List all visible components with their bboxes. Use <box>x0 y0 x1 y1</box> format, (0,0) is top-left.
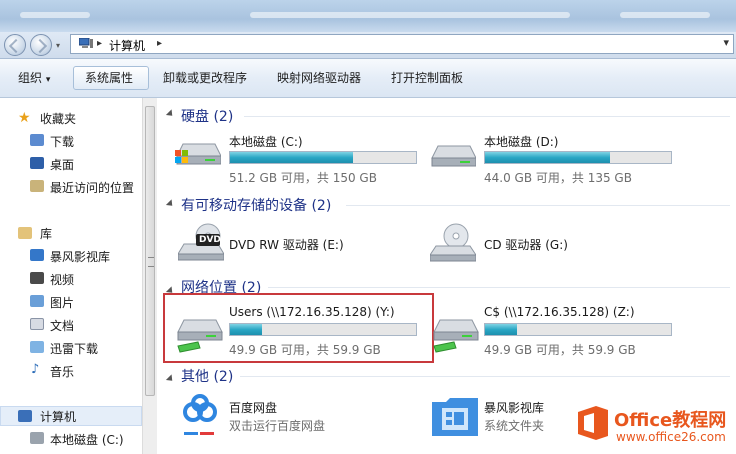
drive-g-name[interactable]: CD 驱动器 (G:) <box>484 236 568 253</box>
command-toolbar: 组织 ▾ 系统属性 卸载或更改程序 映射网络驱动器 打开控制面板 <box>0 59 736 98</box>
back-button[interactable] <box>4 34 26 56</box>
office-logo-icon <box>578 406 608 440</box>
sidebar-item-pictures[interactable]: 图片 <box>50 294 74 311</box>
group-divider <box>346 205 730 206</box>
sidebar-item-documents[interactable]: 文档 <box>50 317 74 334</box>
navigation-pane: ★ 收藏夹 下载 桌面 最近访问的位置 库 暴风影视库 视频 图片 文档 迅雷下… <box>0 98 142 454</box>
organize-label: 组织 <box>18 71 43 85</box>
local-disk-icon <box>30 432 44 444</box>
group-expand-icon[interactable] <box>165 199 176 209</box>
watermark-url: www.office26.com <box>616 430 726 444</box>
star-icon: ★ <box>18 110 31 126</box>
sidebar-item-downloads[interactable]: 下载 <box>50 133 74 150</box>
sidebar-scrollbar[interactable] <box>142 98 157 454</box>
drive-z-usage-fill <box>485 324 517 335</box>
group-divider <box>244 116 730 117</box>
drive-d-usage-fill <box>485 152 610 163</box>
scrollbar-thumb[interactable] <box>145 106 155 396</box>
document-icon <box>30 318 44 330</box>
sidebar-item-local-disk-c[interactable]: 本地磁盘 (C:) <box>50 431 124 448</box>
grip-icon <box>148 257 154 267</box>
baidu-netdisk-desc: 双击运行百度网盘 <box>229 419 326 433</box>
sidebar-item-music[interactable]: 音乐 <box>50 363 74 380</box>
video-icon <box>30 272 44 284</box>
organize-button[interactable]: 组织 ▾ <box>18 69 50 86</box>
drive-z-name[interactable]: C$ (\\172.16.35.128) (Z:) <box>484 305 635 319</box>
history-dropdown-icon[interactable]: ▾ <box>56 41 60 50</box>
computer-icon <box>79 38 93 48</box>
music-note-icon: ♪ <box>31 362 40 377</box>
storm-library-desc: 系统文件夹 <box>484 419 545 433</box>
drive-d-info: 44.0 GB 可用，共 135 GB <box>484 171 632 185</box>
drive-z-info: 49.9 GB 可用，共 59.9 GB <box>484 343 636 357</box>
storm-library-name[interactable]: 暴风影视库 <box>484 399 544 416</box>
group-title-hard-disks[interactable]: 硬盘 (2) <box>181 106 233 126</box>
recent-places-icon <box>30 180 44 192</box>
forward-button[interactable] <box>30 34 52 56</box>
dvd-badge: DVD <box>199 235 221 245</box>
drive-d-name[interactable]: 本地磁盘 (D:) <box>484 133 558 150</box>
watermark: Office教程网 www.office26.com <box>574 400 736 454</box>
picture-icon <box>30 295 44 307</box>
sidebar-item-desktop[interactable]: 桌面 <box>50 156 74 173</box>
highlight-box <box>163 293 434 363</box>
group-expand-icon[interactable] <box>165 109 176 119</box>
drive-c-name[interactable]: 本地磁盘 (C:) <box>229 133 303 150</box>
drive-c-info: 51.2 GB 可用，共 150 GB <box>229 171 377 185</box>
storm-library-icon <box>30 249 44 261</box>
group-divider <box>268 287 730 288</box>
sidebar-item-videos[interactable]: 视频 <box>50 271 74 288</box>
forward-arrow-icon <box>32 38 48 54</box>
system-properties-button[interactable]: 系统属性 <box>85 69 133 86</box>
baidu-netdisk-name[interactable]: 百度网盘 <box>229 399 277 416</box>
watermark-brand: Office教程网 <box>614 410 727 431</box>
drive-e-name[interactable]: DVD RW 驱动器 (E:) <box>229 236 344 253</box>
drive-c-usage-bar <box>229 151 417 164</box>
sidebar-item-libraries[interactable]: 库 <box>40 225 52 242</box>
sidebar-item-computer[interactable]: 计算机 <box>40 408 76 425</box>
breadcrumb-computer[interactable]: 计算机 <box>109 37 145 54</box>
drive-c-usage-fill <box>230 152 353 163</box>
group-divider <box>240 376 730 377</box>
breadcrumb-separator[interactable]: ▸ <box>97 38 102 49</box>
title-bar <box>0 0 736 32</box>
drive-z-usage-bar <box>484 323 672 336</box>
map-network-drive-button[interactable]: 映射网络驱动器 <box>277 69 361 86</box>
title-blur <box>250 12 570 18</box>
title-blur <box>20 12 90 18</box>
network-drive-icon <box>433 319 479 353</box>
baidu-netdisk-icon <box>183 394 217 435</box>
drive-d-usage-bar <box>484 151 672 164</box>
computer-icon <box>18 410 32 422</box>
group-expand-icon[interactable] <box>165 374 176 384</box>
address-dropdown-icon[interactable]: ▾ <box>723 36 729 49</box>
chevron-down-icon: ▾ <box>45 75 51 85</box>
library-icon <box>18 227 32 239</box>
address-bar[interactable]: ▸ 计算机 ▸ ▾ <box>70 34 734 54</box>
sidebar-item-recent[interactable]: 最近访问的位置 <box>50 179 134 196</box>
breadcrumb-separator[interactable]: ▸ <box>157 38 162 49</box>
sidebar-item-favorites[interactable]: 收藏夹 <box>40 110 76 127</box>
downloads-folder-icon <box>30 134 44 146</box>
windows-drive-icon <box>175 143 221 165</box>
uninstall-button[interactable]: 卸载或更改程序 <box>163 69 247 86</box>
hard-drive-icon <box>431 145 476 167</box>
cd-drive-icon <box>430 223 476 262</box>
thunder-download-icon <box>30 341 44 353</box>
desktop-icon <box>30 157 44 169</box>
sidebar-item-storm-library[interactable]: 暴风影视库 <box>50 248 110 265</box>
back-arrow-icon <box>8 38 24 54</box>
group-title-removable[interactable]: 有可移动存储的设备 (2) <box>181 195 331 215</box>
title-blur <box>620 12 710 18</box>
group-title-other[interactable]: 其他 (2) <box>181 366 233 386</box>
navigation-bar: ▾ ▸ 计算机 ▸ ▾ <box>0 32 736 59</box>
open-control-panel-button[interactable]: 打开控制面板 <box>391 69 463 86</box>
storm-library-icon <box>432 398 478 436</box>
sidebar-item-thunder-download[interactable]: 迅雷下载 <box>50 340 98 357</box>
